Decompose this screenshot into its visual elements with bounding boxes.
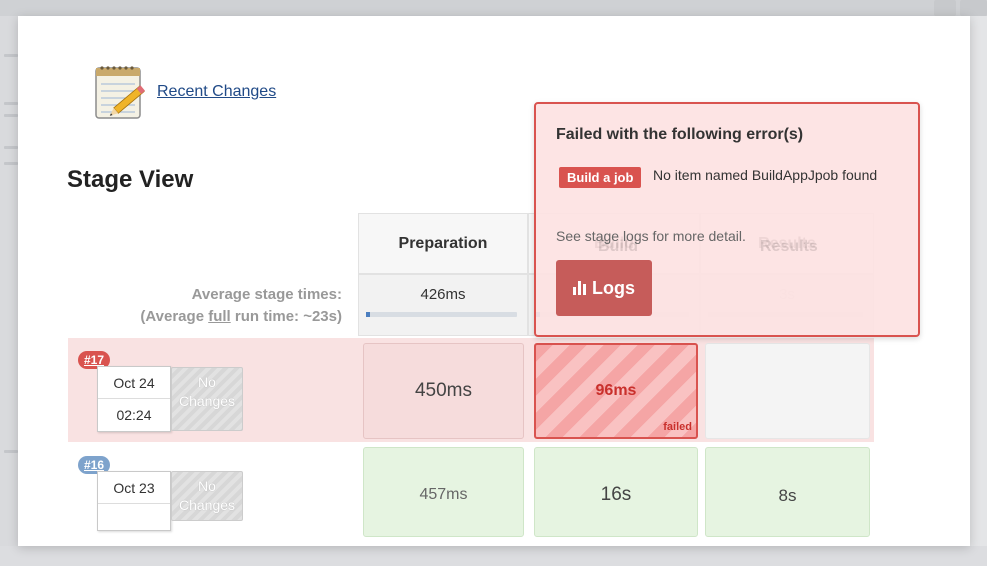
- error-message: No item named BuildAppJpob found: [653, 167, 878, 183]
- notepad-icon: [95, 66, 146, 119]
- see-stage-logs-text: See stage logs for more detail.: [556, 228, 746, 244]
- stage-cell-build[interactable]: 16s: [534, 447, 698, 537]
- bar-chart-icon: [573, 281, 586, 295]
- ghost-header-results: Results: [760, 238, 818, 255]
- build-date: Oct 24: [98, 367, 170, 399]
- avg-progress-bar: [366, 312, 517, 317]
- build-time: 02:24: [116, 407, 152, 423]
- stage-header-preparation: Preparation: [358, 213, 528, 274]
- background-icon: [960, 0, 987, 16]
- stage-view-card: Recent Changes Stage View Average stage …: [18, 16, 970, 546]
- stage-cell-build-failed[interactable]: 96ms failed: [534, 343, 698, 439]
- recent-changes-link[interactable]: Recent Changes: [157, 83, 276, 101]
- no-changes-box: No Changes: [171, 367, 243, 431]
- build-date: Oct 23: [98, 472, 170, 504]
- failed-stage-tag: Build a job: [559, 167, 642, 188]
- logs-button[interactable]: Logs: [556, 260, 652, 316]
- average-stage-times-label: Average stage times: (Average full run t…: [140, 286, 342, 325]
- error-popover: Failed with the following error(s) Build…: [534, 102, 920, 337]
- build-date-box: Oct 23: [97, 471, 171, 531]
- stage-cell-results: [705, 343, 870, 439]
- build-date-box: Oct 24 02:24: [97, 366, 171, 432]
- stage-cell-preparation[interactable]: 450ms: [363, 343, 524, 439]
- background-header: [0, 0, 987, 16]
- stage-cell-results[interactable]: 8s: [705, 447, 870, 537]
- error-popover-title: Failed with the following error(s): [556, 126, 804, 143]
- background-footer: [0, 546, 987, 566]
- no-changes-box: No Changes: [171, 471, 243, 521]
- background-icon: [934, 0, 956, 16]
- stage-view-title: Stage View: [67, 166, 194, 193]
- stage-cell-preparation[interactable]: 457ms: [363, 447, 524, 537]
- full-run-time-link[interactable]: full: [208, 308, 231, 325]
- logs-button-label: Logs: [592, 277, 635, 298]
- failed-label: failed: [663, 421, 692, 433]
- avg-time-preparation: 426ms: [358, 274, 528, 336]
